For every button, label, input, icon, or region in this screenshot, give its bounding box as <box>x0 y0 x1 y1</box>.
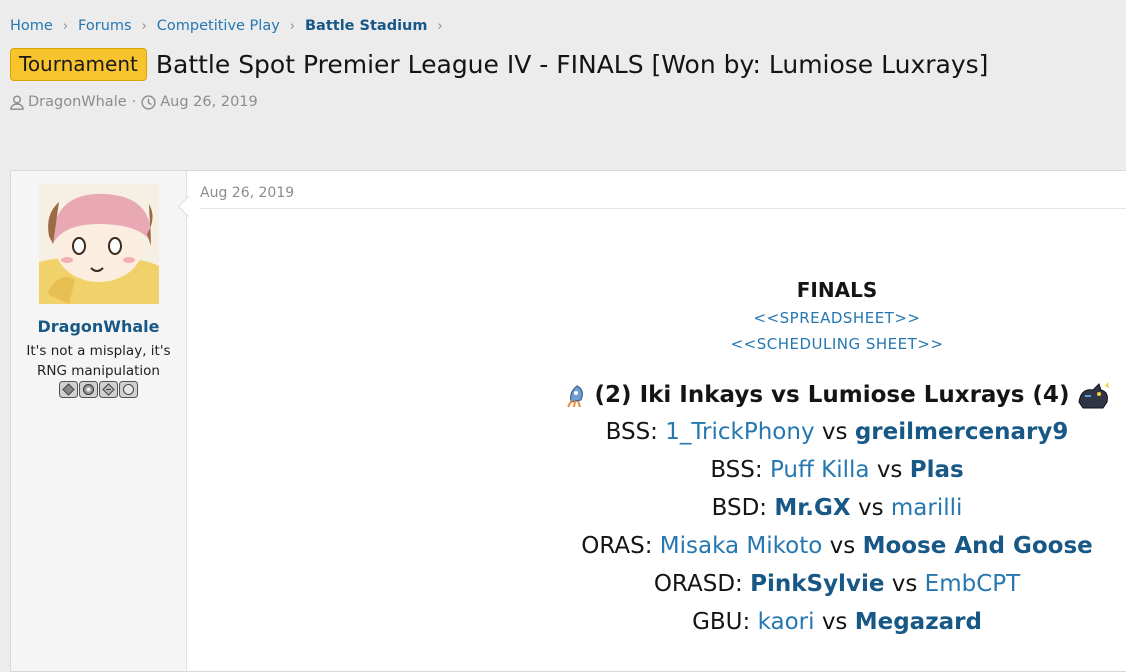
player-link-winner[interactable]: greilmercenary9 <box>855 419 1069 445</box>
match-format: ORAS: <box>581 533 653 559</box>
match-row-1: BSS: 1_TrickPhony vs greilmercenary9 <box>373 413 1126 451</box>
badge-1-icon <box>59 381 78 398</box>
scheduling-sheet-link[interactable]: <<SCHEDULING SHEET>> <box>373 331 1126 357</box>
matchup-vs: vs <box>771 382 800 408</box>
clock-icon <box>141 94 156 110</box>
post-username[interactable]: DragonWhale <box>11 317 186 336</box>
breadcrumb: Home › Forums › Competitive Play › Battl… <box>10 15 453 37</box>
luxray-sprite-icon <box>1078 382 1110 409</box>
match-format: GBU: <box>692 609 751 635</box>
thread-title-row: Tournament Battle Spot Premier League IV… <box>10 48 988 81</box>
post-body: FINALS <<SPREADSHEET>> <<SCHEDULING SHEE… <box>373 275 1126 641</box>
spreadsheet-link[interactable]: <<SPREADSHEET>> <box>373 305 1126 331</box>
matchup-header: (2) Iki Inkays vs Lumiose Luxrays (4) <box>373 377 1126 413</box>
match-vs: vs <box>829 533 856 559</box>
match-format: BSD: <box>711 495 768 521</box>
chevron-right-icon: › <box>141 18 147 34</box>
player-link-winner[interactable]: Megazard <box>855 609 982 635</box>
match-format: ORASD: <box>653 571 743 597</box>
meta-separator: · <box>131 94 137 110</box>
chevron-right-icon: › <box>62 18 69 34</box>
user-title: It's not a misplay, it's RNG manipulatio… <box>26 343 171 379</box>
breadcrumb-forums[interactable]: Forums <box>78 18 132 34</box>
thread-author-link[interactable]: DragonWhale <box>28 94 127 110</box>
user-badges <box>59 381 138 398</box>
thread-title: Battle Spot Premier League IV - FINALS [… <box>155 50 989 79</box>
thread-meta: DragonWhale · Aug 26, 2019 <box>10 94 258 110</box>
match-format: BSS: <box>710 457 763 483</box>
team1-name: (2) Iki Inkays <box>594 382 764 408</box>
post-user-panel: DragonWhale It's not a misplay, it's RNG… <box>11 171 187 671</box>
team2-name: Lumiose Luxrays (4) <box>807 382 1070 408</box>
post: DragonWhale It's not a misplay, it's RNG… <box>10 170 1126 672</box>
badge-2-icon <box>79 381 98 398</box>
match-row-3: BSD: Mr.GX vs marilli <box>373 489 1126 527</box>
avatar[interactable] <box>39 184 159 304</box>
player-link-winner[interactable]: Mr.GX <box>774 495 850 521</box>
chevron-right-icon: › <box>289 18 295 34</box>
player-link[interactable]: 1_TrickPhony <box>665 419 814 445</box>
match-vs: vs <box>876 457 903 483</box>
post-divider <box>200 208 1126 209</box>
player-link[interactable]: kaori <box>758 609 815 635</box>
chevron-right-icon: › <box>437 18 443 34</box>
post-heading: FINALS <box>796 278 878 302</box>
post-date-link[interactable]: Aug 26, 2019 <box>200 185 294 201</box>
match-row-6: GBU: kaori vs Megazard <box>373 603 1126 641</box>
thread-prefix-badge[interactable]: Tournament <box>10 48 147 81</box>
thread-date-link[interactable]: Aug 26, 2019 <box>160 94 258 110</box>
player-link[interactable]: EmbCPT <box>925 571 1021 597</box>
match-vs: vs <box>891 571 918 597</box>
match-row-4: ORAS: Misaka Mikoto vs Moose And Goose <box>373 527 1126 565</box>
match-vs: vs <box>857 495 884 521</box>
breadcrumb-competitive-play[interactable]: Competitive Play <box>157 18 280 34</box>
player-link[interactable]: marilli <box>891 495 963 521</box>
player-link-winner[interactable]: Moose And Goose <box>863 533 1093 559</box>
match-vs: vs <box>821 609 848 635</box>
inkay-sprite-icon <box>566 385 583 408</box>
match-vs: vs <box>821 419 848 445</box>
badge-4-icon <box>119 381 138 398</box>
user-icon <box>10 95 24 110</box>
badge-3-icon <box>99 381 118 398</box>
player-link-winner[interactable]: Plas <box>910 457 964 483</box>
match-row-5: ORASD: PinkSylvie vs EmbCPT <box>373 565 1126 603</box>
player-link[interactable]: Misaka Mikoto <box>660 533 823 559</box>
breadcrumb-home[interactable]: Home <box>10 18 53 34</box>
player-link-winner[interactable]: PinkSylvie <box>750 571 884 597</box>
player-link[interactable]: Puff Killa <box>770 457 870 483</box>
match-format: BSS: <box>605 419 658 445</box>
breadcrumb-battle-stadium[interactable]: Battle Stadium <box>305 18 428 34</box>
match-row-2: BSS: Puff Killa vs Plas <box>373 451 1126 489</box>
